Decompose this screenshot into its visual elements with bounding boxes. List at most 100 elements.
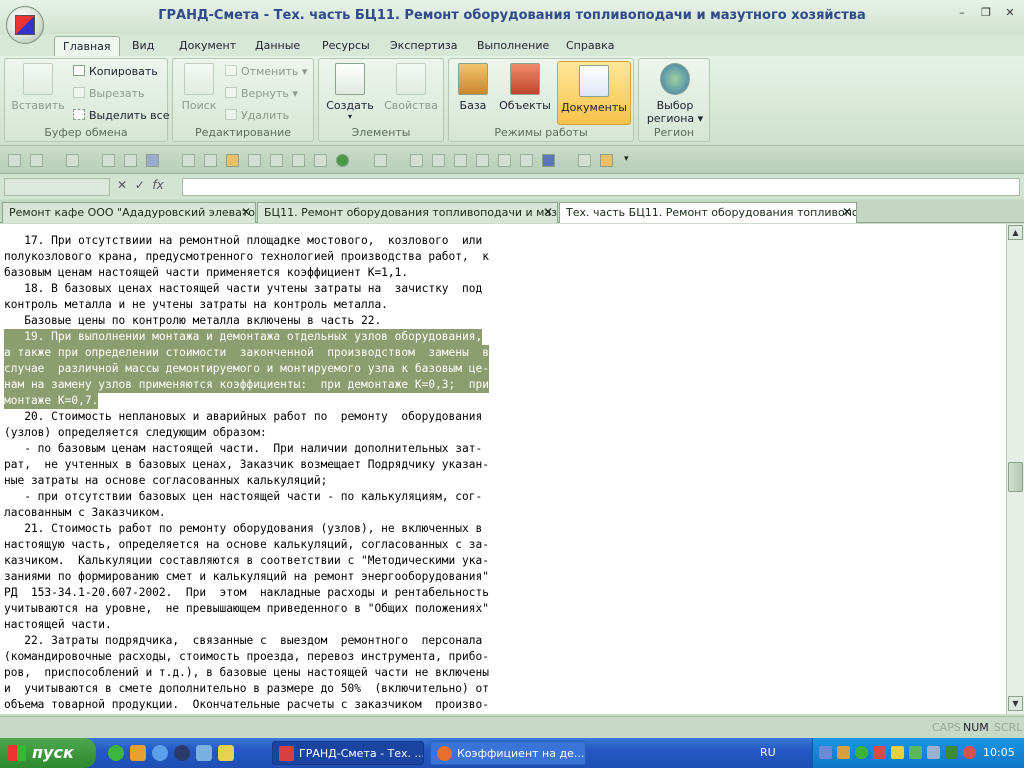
document-text-area[interactable]: 17. При отсутствиии на ремонтной площадк… [0,224,1006,714]
pin-icon[interactable] [578,154,591,167]
undo-icon [225,65,237,76]
document-line: (узлов) определяется следующим образом: [4,426,267,439]
confirm-icon[interactable]: ✓ [135,178,145,192]
scroll-down-icon[interactable]: ▼ [1008,696,1023,711]
remove-icon[interactable] [270,154,283,167]
vertical-scrollbar[interactable]: ▲ ▼ [1006,224,1024,714]
cut-button[interactable]: Вырезать [73,87,144,100]
title-bar: ГРАНД-Смета - Тех. часть БЦ11. Ремонт об… [0,0,1024,34]
filter-add-icon[interactable] [432,154,445,167]
tray-update-icon[interactable] [909,746,922,759]
undo-button[interactable]: Отменить ▾ [225,65,307,78]
document-line: Базовые цены по контролю металла включен… [4,314,382,327]
tab-execution[interactable]: Выполнение [477,36,549,56]
tab-document[interactable]: Документ [179,36,236,56]
formula-input[interactable] [182,178,1020,196]
doc-tab-tech-part[interactable]: Тех. часть БЦ11. Ремонт оборудования топ… [559,202,857,223]
document-line: 18. В базовых ценах настоящей части учте… [4,282,483,295]
redo-icon[interactable] [66,154,79,167]
create-label: Создать [326,99,374,112]
cut-icon[interactable] [292,154,305,167]
quicklaunch-app-icon[interactable] [130,745,146,761]
expand-icon[interactable] [520,154,533,167]
columns-icon[interactable] [542,154,555,167]
tray-network-icon[interactable] [819,746,832,759]
close-tab-icon[interactable]: ✕ [241,203,251,222]
create-button[interactable]: Создать ▾ [325,63,375,121]
tab-view[interactable]: Вид [132,36,154,56]
redo-button[interactable]: Вернуть ▾ [225,87,298,100]
filter-icon[interactable] [410,154,423,167]
scroll-up-icon[interactable]: ▲ [1008,225,1023,240]
tray-antivirus-icon[interactable] [873,746,886,759]
group-editing: Поиск Отменить ▾ Вернуть ▾ Удалить Редак… [172,58,314,142]
tray-volume-icon[interactable] [927,746,940,759]
customize-toolbar-icon[interactable]: ▾ [624,154,637,167]
close-tab-icon[interactable]: ✕ [842,203,852,222]
base-button[interactable]: База [453,63,493,112]
tray-app-icon[interactable] [837,746,850,759]
select-region-button[interactable]: Выбор региона ▾ [643,63,707,125]
search-button[interactable]: Поиск [177,63,221,112]
tab-data[interactable]: Данные [255,36,300,56]
quicklaunch-media-icon[interactable] [174,745,190,761]
filter-remove-icon[interactable] [454,154,467,167]
delete-button[interactable]: Удалить [225,109,289,122]
tab-help[interactable]: Справка [566,36,614,56]
tray-keyboard-icon[interactable] [891,746,904,759]
copy-button[interactable]: Копировать [73,65,158,78]
fx-icon[interactable]: fx [152,178,163,192]
objects-button[interactable]: Объекты [499,63,551,112]
tab-home[interactable]: Главная [54,36,120,56]
sort-icon[interactable] [374,154,387,167]
ribbon: Вставить Копировать Вырезать Выделить вс… [0,56,1024,146]
document-line: настоящей части. [4,618,112,631]
ungroup-icon[interactable] [204,154,217,167]
tab-expertise[interactable]: Экспертиза [390,36,457,56]
select-all-button[interactable]: Выделить все [73,109,169,122]
navigate-icon[interactable] [336,154,349,167]
open-folder-icon[interactable] [600,154,613,167]
quicklaunch-home-icon[interactable] [218,745,234,761]
save-icon[interactable] [8,154,21,167]
doc-tab-bc11[interactable]: БЦ11. Ремонт оборудования топливоподачи … [257,202,558,223]
paste-button[interactable]: Вставить [9,63,67,112]
objects-icon [510,63,540,95]
tray-shield-icon[interactable] [963,746,976,759]
text-icon[interactable] [124,154,137,167]
task-browser[interactable]: Коэффициент на де... [430,741,586,765]
close-button[interactable]: ✕ [1000,6,1020,22]
minimize-button[interactable]: – [952,6,972,22]
undo-icon[interactable] [30,154,43,167]
task-grand-smeta[interactable]: ГРАНД-Смета - Тех. ... [272,741,424,765]
properties-button[interactable]: Свойства [381,63,441,112]
language-indicator[interactable]: RU [760,746,776,759]
close-tab-icon[interactable]: ✕ [543,203,553,222]
lock-icon[interactable] [476,154,489,167]
app-menu-button[interactable] [6,6,44,44]
quicklaunch-settings-icon[interactable] [196,745,212,761]
tray-download-icon[interactable] [945,746,958,759]
cancel-icon[interactable]: ✕ [117,178,127,192]
copy-icon[interactable] [314,154,327,167]
insert-icon[interactable] [102,154,115,167]
group-icon[interactable] [182,154,195,167]
task-label: Коэффициент на де... [457,747,585,760]
quicklaunch-icq-icon[interactable] [108,745,124,761]
base-label: База [459,99,487,112]
document-line: 20. Стоимость неплановых и аварийных раб… [4,410,483,423]
documents-button[interactable]: Документы [557,61,631,125]
maximize-button[interactable]: ❐ [976,6,996,22]
name-box[interactable] [4,178,110,196]
start-button[interactable]: пуск [0,738,96,768]
tray-icq-icon[interactable] [855,746,868,759]
scroll-thumb[interactable] [1008,462,1023,492]
users-icon[interactable] [146,154,159,167]
add-item-icon[interactable] [226,154,239,167]
collapse-icon[interactable] [498,154,511,167]
tab-resources[interactable]: Ресурсы [322,36,370,56]
clock: 10:05 [983,746,1015,759]
doc-tab-cafe[interactable]: Ремонт кафе ООО "Ададуровский элеватор" ✕ [2,202,256,223]
quicklaunch-ie-icon[interactable] [152,745,168,761]
edit-icon[interactable] [248,154,261,167]
